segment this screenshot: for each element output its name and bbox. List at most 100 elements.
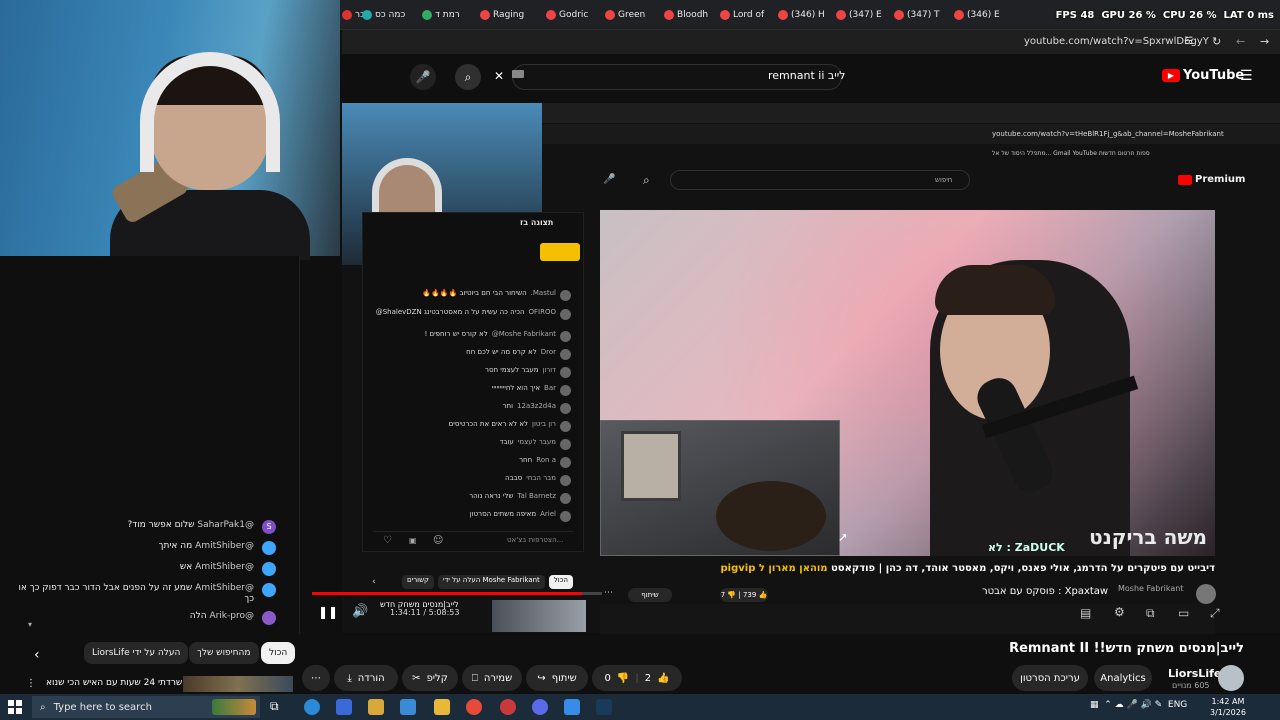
chip-all[interactable]: הכול (261, 642, 296, 664)
nested-chat-text: שלי נראה נוהר (469, 492, 514, 500)
file-explorer-icon[interactable] (434, 699, 450, 715)
video-frame[interactable]: משה בריקנט (600, 210, 1215, 556)
recommendation-title[interactable]: שרדתי 24 שעות עם האיש הכי שנוא (46, 678, 182, 688)
chip-from-search[interactable]: מהחיפוש שלך (189, 642, 259, 664)
nested-chat-text: וחר (502, 402, 514, 410)
rec-menu-icon[interactable]: ⋮ (26, 678, 36, 689)
nested-chat-placeholder: הצטרפות בצ'אט... (507, 536, 564, 544)
recommendation-thumbnail[interactable] (183, 676, 293, 692)
nested-chip: קשורים (402, 575, 434, 589)
discord-icon[interactable] (532, 699, 548, 715)
chat-username[interactable]: @AmitShiber (195, 541, 254, 551)
nested-more-icon: ⋯ (604, 588, 613, 598)
save-button[interactable]: שמירה ⎕ (462, 665, 522, 691)
nested-search-placeholder: חיפוש (935, 176, 953, 184)
nested-chat-avatar (560, 403, 571, 414)
site-settings-icon[interactable]: ☷ (1184, 36, 1193, 47)
chat-scroll-down-icon[interactable]: ▾ (28, 620, 32, 629)
channel-avatar[interactable] (1218, 665, 1244, 691)
nested-search-icon: ⌕ (643, 173, 650, 187)
chip-uploaded-by[interactable]: העלה על ידי LiorsLife (84, 642, 189, 664)
menu-icon[interactable]: ☰ (1240, 68, 1253, 84)
progress-bar[interactable] (312, 592, 602, 595)
browser-tab[interactable]: Raging (480, 7, 524, 23)
nested-video-title: דיבייט עם פיטקרים על הדרמג, אולי פאנס, ו… (720, 563, 1215, 574)
keyboard-icon[interactable] (512, 70, 524, 78)
clip-label: קליפ (426, 672, 448, 684)
browser-tab[interactable]: Godric (546, 7, 588, 23)
chat-username[interactable]: @Arik-pro (209, 611, 254, 621)
nested-chat-message: דורוןמעבר לעצמי חסר (485, 366, 556, 374)
browser-tab[interactable]: (347) T (894, 7, 940, 23)
chat-username[interactable]: @SaharPak1 (197, 520, 254, 530)
nested-chat-text: הכיה כה עשית על ה מאסטרבטינג ShalevDZN@ (375, 308, 525, 316)
weather-widget-icon[interactable] (212, 699, 256, 715)
pause-icon[interactable]: ❚❚ (318, 605, 338, 619)
nested-chat-text: מעבר לעצמי חסר (485, 366, 539, 374)
browser-tab[interactable]: Lord of (720, 7, 764, 23)
nested-captions-icon: ▤ (1080, 606, 1092, 620)
edge-icon[interactable] (304, 699, 320, 715)
browser-tab[interactable]: רמת ד (422, 7, 460, 23)
app-icon[interactable] (564, 699, 580, 715)
emoji-icon: ☺ (433, 535, 444, 546)
chrome-icon[interactable] (466, 699, 482, 715)
analytics-button[interactable]: Analytics (1094, 665, 1152, 691)
share-button[interactable]: שיתוף ↪ (526, 665, 588, 691)
youtube-logo[interactable]: ▶ YouTube (1162, 68, 1244, 83)
chips-scroll-left-icon[interactable]: ‹ (34, 647, 40, 663)
nested-chat-username: Dror (540, 348, 556, 356)
voice-search-icon[interactable]: 🎤 (410, 64, 436, 90)
app-icon[interactable] (500, 699, 516, 715)
download-button[interactable]: הורדה ⤓ (334, 665, 398, 691)
more-actions-button[interactable]: ⋯ (302, 665, 330, 691)
system-tray[interactable]: ▦ ⌃ ☁ 🎤 🔊 ✎ ENG (1090, 700, 1187, 710)
mouse-cursor-icon: ➚ (838, 530, 849, 544)
search-icon[interactable]: ⌕ (455, 64, 481, 90)
steam-icon[interactable] (596, 699, 612, 715)
chat-username[interactable]: @AmitShiber (195, 583, 254, 593)
nested-chat-avatar (560, 290, 571, 301)
browser-tab[interactable]: Bloodh (664, 7, 708, 23)
browser-tab[interactable]: (347) E (836, 7, 882, 23)
address-url[interactable]: youtube.com/watch?v=SpxrwlD6gyY (1024, 36, 1209, 47)
channel-name[interactable]: LiorsLife (1168, 667, 1221, 680)
app-icon[interactable] (368, 699, 384, 715)
nested-chat-username: מבר הבחי (526, 474, 556, 482)
forward-icon[interactable]: → (1260, 35, 1269, 48)
app-icon[interactable] (400, 699, 416, 715)
language-indicator[interactable]: ENG (1168, 700, 1187, 710)
nested-chat-username: Ariel (540, 510, 556, 518)
like-icon[interactable]: 👍 (657, 673, 669, 684)
nested-chat-text: לא קרס מה יש לכם חח (466, 348, 537, 356)
nested-miniplayer-icon: ⧉ (1146, 606, 1155, 620)
nested-chat-username: OFIROO (528, 308, 556, 316)
clip-button[interactable]: קליפ ✂ (402, 665, 458, 691)
reload-icon[interactable]: ↻ (1212, 35, 1221, 48)
nested-chat-message: מבר הבחיסבבה (505, 474, 556, 482)
browser-tab[interactable]: (346) H (778, 7, 825, 23)
taskbar-clock[interactable]: 1:42 AM 3/1/2026 (1210, 696, 1246, 718)
browser-tab[interactable]: Green (605, 7, 645, 23)
dislike-icon[interactable]: 👎 (617, 673, 629, 684)
browser-tab[interactable]: (346) E (954, 7, 1000, 23)
clear-search-icon[interactable]: ✕ (494, 69, 504, 83)
chat-username[interactable]: @AmitShiber (195, 562, 254, 572)
windows-start-icon[interactable] (8, 700, 22, 714)
heart-icon: ♡ (383, 535, 392, 546)
nested-chat-text: עובד (499, 438, 514, 446)
store-icon[interactable] (336, 699, 352, 715)
time-display: 1:34:11 / 5:08:53 (390, 608, 460, 617)
video-title: לייב|מנסים משחק חדש!! Remnant II (1009, 641, 1244, 656)
bookmark-icon: ⎕ (471, 672, 478, 684)
tab-label: (346) H (791, 10, 825, 20)
nested-chat-input: ♡ ▣ ☺ הצטרפות בצ'אט... (373, 531, 573, 549)
nested-chip: העלה על ידי Moshe Fabrikant (438, 575, 545, 589)
nested-settings-icon: ⚙ (1114, 605, 1125, 619)
back-icon[interactable]: ← (1236, 35, 1245, 48)
edit-video-button[interactable]: עריכת הסרטון (1012, 665, 1088, 691)
task-view-icon[interactable]: ⧉ (270, 699, 286, 715)
volume-icon[interactable]: 🔊 (352, 604, 368, 619)
browser-tab[interactable]: כמה כס (362, 7, 405, 23)
nested-chat-avatar (560, 349, 571, 360)
